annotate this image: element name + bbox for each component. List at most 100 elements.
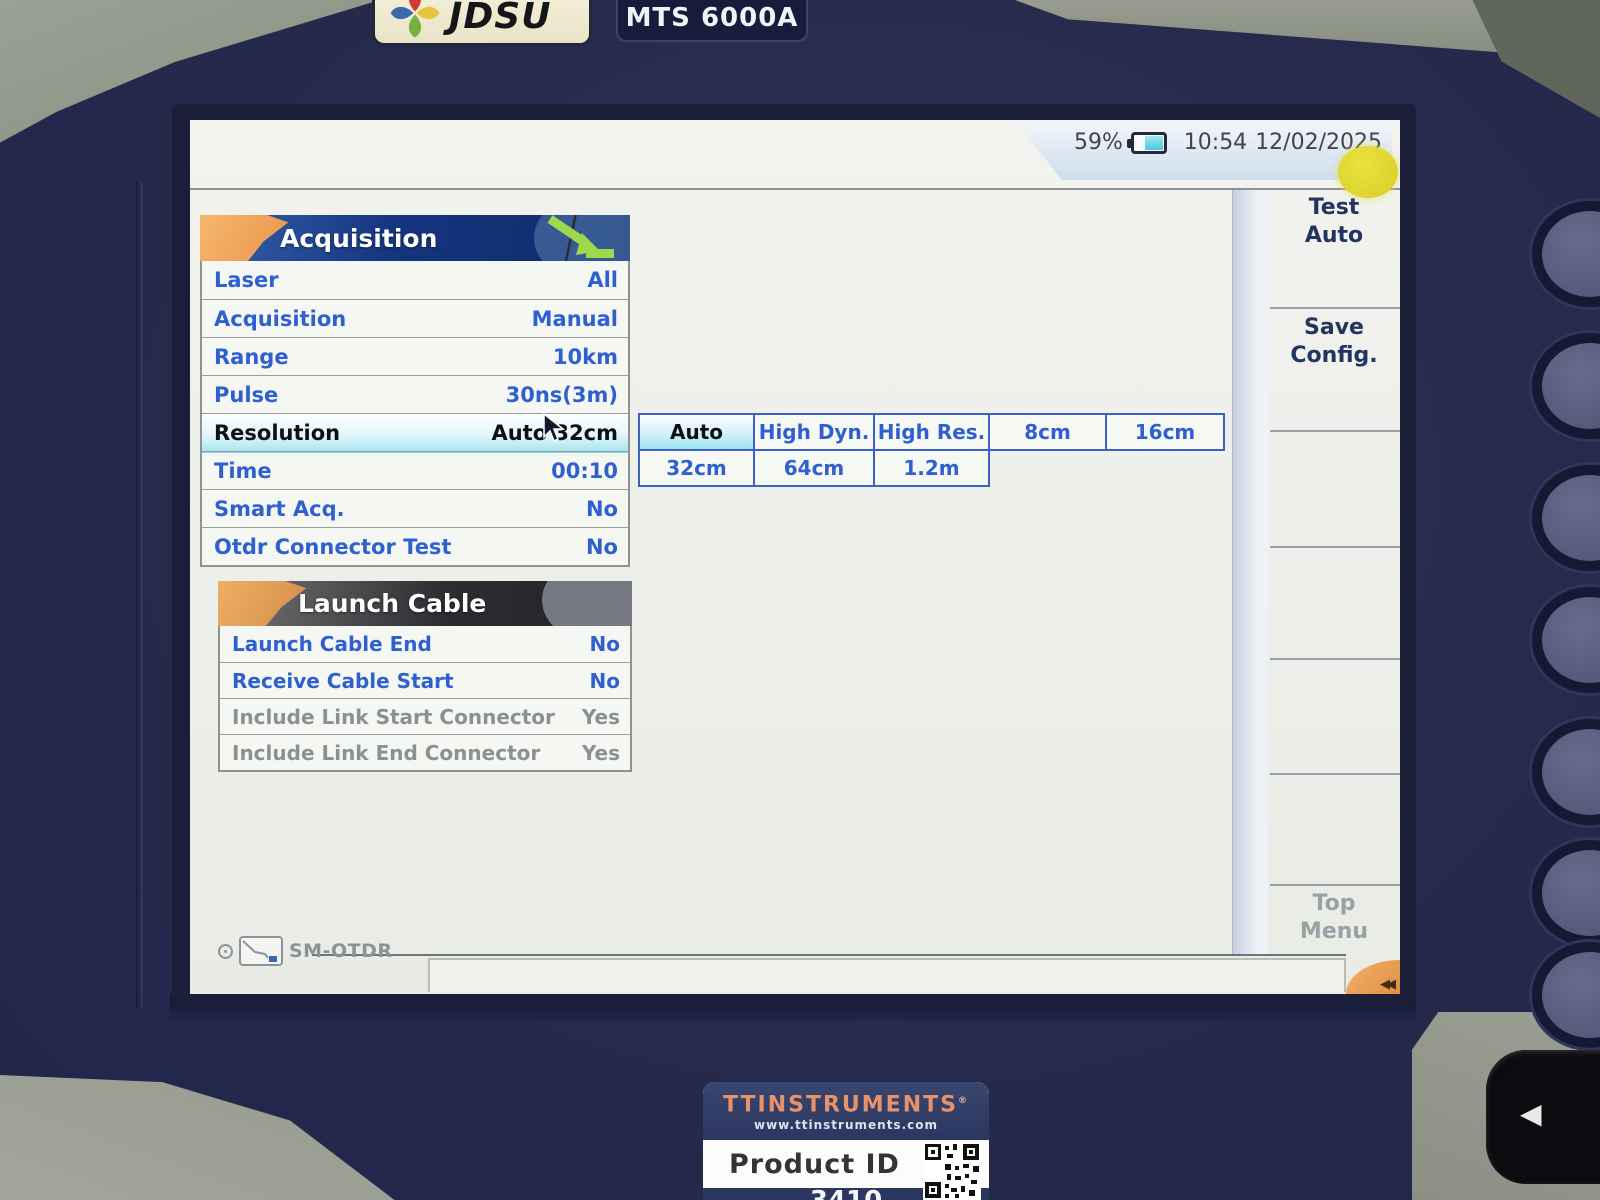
row-otdr-connector-test[interactable]: Otdr Connector Test No [202, 527, 628, 565]
back-arrow-button[interactable]: ◀ [1486, 1050, 1600, 1184]
brand-text: JDSU [449, 0, 551, 37]
row-label: Time [214, 459, 272, 483]
res-option-1-2m[interactable]: 1.2m [873, 449, 990, 487]
softkey-separator [1270, 773, 1400, 775]
row-value: Yes [582, 741, 620, 765]
otdr-device: JDSU MTS 6000A 59% 10:54 12/02/2025 Test… [0, 0, 1600, 1200]
battery-percent: 59% [1074, 130, 1123, 155]
screen: 59% 10:54 12/02/2025 Test Auto Save Conf… [190, 120, 1400, 994]
row-pulse[interactable]: Pulse 30ns(3m) [202, 375, 628, 413]
softkey-separator [1270, 658, 1400, 660]
row-label: Smart Acq. [214, 497, 345, 521]
message-tab [428, 958, 1346, 992]
row-acquisition[interactable]: Acquisition Manual [202, 299, 628, 337]
row-value: No [590, 632, 620, 656]
softkey-separator [1270, 307, 1400, 309]
bottom-divider [312, 954, 1346, 956]
res-option-high-dyn[interactable]: High Dyn. [753, 413, 875, 451]
back-arrow-icon: ◀ [1520, 1100, 1542, 1128]
otdr-trace-icon [239, 936, 283, 966]
launch-cable-title: Launch Cable [298, 589, 486, 618]
row-label: Pulse [214, 383, 278, 407]
row-label: Acquisition [214, 307, 346, 331]
softkey-label-line: Top [1268, 890, 1400, 918]
physical-softkey-2[interactable] [1532, 333, 1600, 439]
battery-icon [1131, 132, 1167, 154]
module-tab-sm-otdr[interactable]: SM-OTDR [218, 936, 393, 966]
status-divider [190, 188, 1400, 190]
yellow-sticker-dot [1338, 146, 1398, 198]
physical-softkey-1[interactable] [1532, 201, 1600, 307]
row-laser[interactable]: Laser All [202, 261, 628, 299]
res-option-8cm[interactable]: 8cm [988, 413, 1107, 451]
sticker-brand: TTINSTRUMENTS® [723, 1090, 969, 1116]
res-option-auto[interactable]: Auto [638, 413, 755, 451]
row-label: Include Link End Connector [232, 741, 540, 765]
mouse-cursor [542, 413, 568, 443]
res-option-16cm[interactable]: 16cm [1105, 413, 1225, 451]
qr-code [923, 1142, 981, 1200]
jdsu-pinwheel-icon [389, 0, 441, 39]
softkey-label-line: Auto [1268, 222, 1400, 250]
model-text: MTS 6000A [626, 0, 799, 33]
jdsu-logo-badge: JDSU [372, 0, 592, 46]
product-id-label: Product ID [729, 1149, 900, 1180]
softkey-save-config[interactable]: Save Config. [1268, 314, 1400, 370]
module-label: SM-OTDR [289, 940, 393, 962]
row-value: 10km [553, 345, 618, 369]
softkey-top-menu[interactable]: Top Menu [1268, 890, 1400, 946]
clock: 10:54 [1184, 130, 1247, 155]
softkey-label-line: Save [1268, 314, 1400, 342]
physical-softkey-3[interactable] [1532, 465, 1600, 571]
bezel-bottom-left [0, 1058, 580, 1200]
physical-softkey-5[interactable] [1532, 719, 1600, 825]
res-option-label: 16cm [1135, 420, 1196, 444]
row-time[interactable]: Time 00:10 [202, 451, 628, 489]
softkey-test-auto[interactable]: Test Auto [1268, 194, 1400, 250]
res-option-label: Auto [670, 420, 723, 444]
acquisition-title: Acquisition [280, 224, 437, 253]
row-value: All [587, 268, 618, 292]
physical-softkey-4[interactable] [1532, 587, 1600, 693]
row-include-link-end-connector: Include Link End Connector Yes [220, 734, 630, 770]
res-option-label: 32cm [666, 456, 727, 480]
res-option-high-res[interactable]: High Res. [873, 413, 990, 451]
row-value: No [586, 535, 618, 559]
row-value: No [590, 669, 620, 693]
row-label: Range [214, 345, 289, 369]
sticker-product-row: Product ID [703, 1140, 989, 1188]
trace-arrow-icon [538, 215, 624, 261]
softkey-label-line: Menu [1268, 918, 1400, 946]
ttinstruments-sticker: TTINSTRUMENTS® www.ttinstruments.com Pro… [703, 1082, 989, 1200]
row-value: 00:10 [551, 459, 618, 483]
registered-mark: ® [958, 1096, 969, 1106]
row-label: Include Link Start Connector [232, 705, 555, 729]
launch-cable-panel: Launch Cable Launch Cable End No Receive… [218, 581, 632, 772]
res-option-64cm[interactable]: 64cm [753, 449, 875, 487]
res-option-32cm[interactable]: 32cm [638, 449, 755, 487]
collapse-corner-button[interactable]: ◀◀ [1346, 960, 1400, 994]
softkey-separator [1270, 546, 1400, 548]
row-value: Manual [532, 307, 618, 331]
physical-softkey-6[interactable] [1532, 840, 1600, 946]
row-range[interactable]: Range 10km [202, 337, 628, 375]
status-bar: 59% 10:54 12/02/2025 [1016, 122, 1392, 180]
sticker-top-band: TTINSTRUMENTS® www.ttinstruments.com [703, 1082, 989, 1140]
launch-cable-panel-header: Launch Cable [218, 581, 632, 626]
row-label: Laser [214, 268, 279, 292]
row-label: Receive Cable Start [232, 669, 454, 693]
row-value: 30ns(3m) [506, 383, 618, 407]
row-smart-acq[interactable]: Smart Acq. No [202, 489, 628, 527]
row-receive-cable-start[interactable]: Receive Cable Start No [220, 662, 630, 698]
row-include-link-start-connector: Include Link Start Connector Yes [220, 698, 630, 734]
model-badge: MTS 6000A [616, 0, 808, 42]
row-label: Otdr Connector Test [214, 535, 451, 559]
sticker-url: www.ttinstruments.com [754, 1118, 938, 1132]
row-launch-cable-end[interactable]: Launch Cable End No [220, 626, 630, 662]
bezel-groove [136, 180, 143, 1010]
row-label: Launch Cable End [232, 632, 432, 656]
softkey-separator [1270, 430, 1400, 432]
softkey-label-line: Config. [1268, 342, 1400, 370]
res-option-label: High Dyn. [759, 420, 870, 444]
softkey-divider-band [1232, 190, 1268, 954]
